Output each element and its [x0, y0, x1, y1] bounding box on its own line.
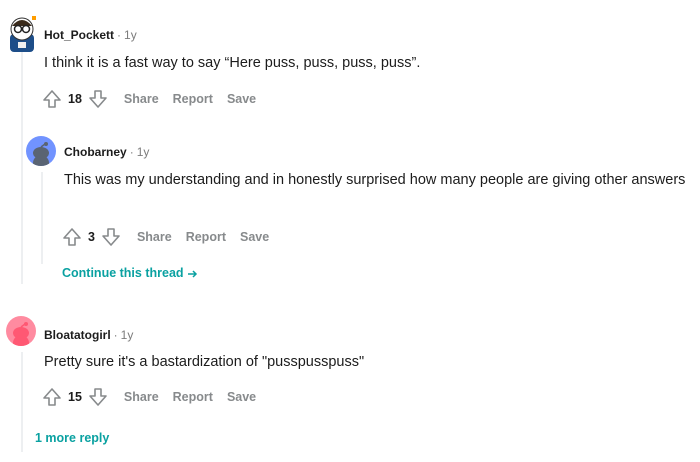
comment-actions: 3 Share Report Save [60, 225, 269, 249]
continue-thread-link[interactable]: Continue this thread [62, 266, 198, 280]
comment-author[interactable]: Chobarney [64, 145, 127, 159]
share-button[interactable]: Share [137, 230, 172, 244]
avatar[interactable] [6, 12, 38, 52]
comment-body: This was my understanding and in honestl… [64, 172, 686, 188]
comment-actions: 15 Share Report Save [40, 385, 256, 409]
upvote-icon[interactable] [40, 87, 64, 111]
downvote-icon[interactable] [99, 225, 123, 249]
snoo-avatar-icon [10, 16, 36, 52]
save-button[interactable]: Save [240, 230, 269, 244]
avatar[interactable] [6, 316, 36, 346]
vote-score: 18 [68, 92, 82, 106]
upvote-icon[interactable] [60, 225, 84, 249]
comment-age[interactable]: 1y [137, 145, 150, 159]
comment-actions: 18 Share Report Save [40, 87, 256, 111]
snoo-avatar-icon [33, 142, 49, 166]
report-button[interactable]: Report [173, 390, 213, 404]
avatar[interactable] [26, 136, 56, 166]
share-button[interactable]: Share [124, 92, 159, 106]
comment-body: Pretty sure it's a bastardization of "pu… [44, 354, 365, 370]
more-replies-link[interactable]: 1 more reply [35, 431, 109, 445]
separator-dot: · [113, 328, 118, 342]
thread-line-3[interactable] [21, 352, 23, 452]
continue-thread-label: Continue this thread [62, 266, 184, 280]
snoo-avatar-icon [13, 322, 29, 346]
comment-author[interactable]: Hot_Pockett [44, 28, 114, 42]
separator-dot: · [117, 28, 122, 42]
vote-score: 3 [88, 230, 95, 244]
comment-author[interactable]: Bloatatogirl [44, 328, 111, 342]
report-button[interactable]: Report [186, 230, 226, 244]
vote-score: 15 [68, 390, 82, 404]
arrow-right-icon [188, 270, 198, 278]
separator-dot: · [129, 145, 134, 159]
share-button[interactable]: Share [124, 390, 159, 404]
comment-age[interactable]: 1y [121, 328, 134, 342]
thread-line-1[interactable] [21, 52, 23, 284]
downvote-icon[interactable] [86, 385, 110, 409]
thread-line-2[interactable] [41, 172, 43, 264]
report-button[interactable]: Report [173, 92, 213, 106]
downvote-icon[interactable] [86, 87, 110, 111]
save-button[interactable]: Save [227, 390, 256, 404]
save-button[interactable]: Save [227, 92, 256, 106]
comment-age[interactable]: 1y [124, 28, 137, 42]
comment-body: I think it is a fast way to say “Here pu… [44, 55, 421, 71]
upvote-icon[interactable] [40, 385, 64, 409]
